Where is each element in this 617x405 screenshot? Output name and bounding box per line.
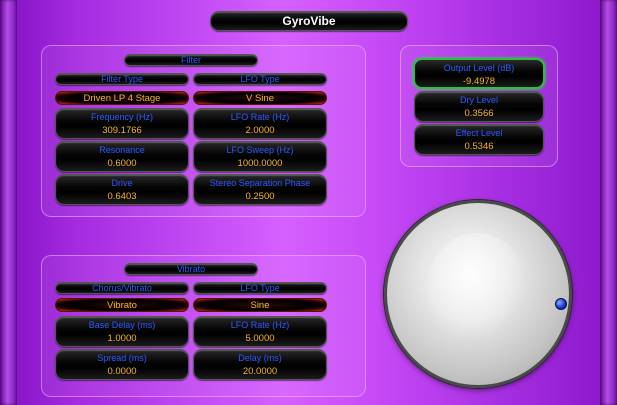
filter-lfo-rate-label: LFO Rate (Hz) [230, 112, 290, 122]
vibrato-spread-field[interactable]: Spread (ms) 0.0000 [55, 349, 189, 380]
vibrato-spread-value: 0.0000 [107, 366, 137, 377]
vibrato-mode-select[interactable]: Vibrato [55, 298, 189, 312]
vibrato-spread-label: Spread (ms) [97, 353, 147, 363]
filter-frequency-value: 309.1766 [102, 125, 142, 136]
filter-drive-label: Drive [111, 178, 133, 188]
plugin-title: GyroVibe [210, 11, 408, 31]
vibrato-lfo-rate-label: LFO Rate (Hz) [230, 320, 290, 330]
effect-level-value: 0.5346 [464, 141, 494, 152]
filter-lfo-sweep-value: 1000.0000 [237, 158, 283, 169]
filter-frequency-label: Frequency (Hz) [90, 112, 153, 122]
dry-level-value: 0.3566 [464, 108, 494, 119]
vibrato-delay-field[interactable]: Delay (ms) 20.0000 [193, 349, 327, 380]
vibrato-lfo-rate-value: 5.0000 [245, 333, 275, 344]
filter-lfo-sweep-label: LFO Sweep (Hz) [226, 145, 294, 155]
main-rotary-knob[interactable] [384, 200, 572, 388]
filter-header: Filter [124, 54, 258, 66]
filter-resonance-label: Resonance [99, 145, 145, 155]
knob-glare [427, 233, 527, 343]
vibrato-mode-label: Chorus/Vibrato [55, 282, 189, 294]
output-level-field[interactable]: Output Level (dB) -9.4978 [413, 58, 545, 89]
left-side-rail [0, 0, 17, 405]
filter-stereo-phase-field[interactable]: Stereo Separation Phase 0.2500 [193, 174, 327, 205]
filter-type-select[interactable]: Driven LP 4 Stage [55, 91, 189, 105]
filter-resonance-field[interactable]: Resonance 0.6000 [55, 141, 189, 172]
output-level-value: -9.4978 [462, 76, 496, 87]
right-side-rail [600, 0, 617, 405]
effect-level-label: Effect Level [455, 128, 503, 138]
knob-position-indicator-icon [555, 298, 567, 310]
vibrato-delay-value: 20.0000 [242, 366, 278, 377]
output-level-label: Output Level (dB) [443, 63, 515, 73]
vibrato-lfo-rate-field[interactable]: LFO Rate (Hz) 5.0000 [193, 316, 327, 347]
filter-lfo-rate-value: 2.0000 [245, 125, 275, 136]
effect-level-field[interactable]: Effect Level 0.5346 [414, 124, 544, 155]
filter-stereo-phase-value: 0.2500 [245, 191, 275, 202]
filter-type-label: Filter Type [55, 73, 189, 85]
filter-drive-value: 0.6403 [107, 191, 137, 202]
vibrato-delay-label: Delay (ms) [238, 353, 282, 363]
filter-frequency-field[interactable]: Frequency (Hz) 309.1766 [55, 108, 189, 139]
filter-lfo-rate-field[interactable]: LFO Rate (Hz) 2.0000 [193, 108, 327, 139]
vibrato-lfo-type-label: LFO Type [193, 282, 327, 294]
filter-lfo-type-select[interactable]: V Sine [193, 91, 327, 105]
vibrato-base-delay-label: Base Delay (ms) [88, 320, 156, 330]
filter-drive-field[interactable]: Drive 0.6403 [55, 174, 189, 205]
vibrato-base-delay-value: 1.0000 [107, 333, 137, 344]
vibrato-base-delay-field[interactable]: Base Delay (ms) 1.0000 [55, 316, 189, 347]
plugin-window: GyroVibe Filter Filter Type LFO Type Dri… [0, 0, 617, 405]
vibrato-header: Vibrato [124, 263, 258, 275]
dry-level-field[interactable]: Dry Level 0.3566 [414, 91, 544, 122]
filter-resonance-value: 0.6000 [107, 158, 137, 169]
filter-stereo-phase-label: Stereo Separation Phase [209, 178, 311, 188]
filter-lfo-sweep-field[interactable]: LFO Sweep (Hz) 1000.0000 [193, 141, 327, 172]
filter-lfo-type-label: LFO Type [193, 73, 327, 85]
dry-level-label: Dry Level [459, 95, 498, 105]
vibrato-lfo-type-select[interactable]: Sine [193, 298, 327, 312]
